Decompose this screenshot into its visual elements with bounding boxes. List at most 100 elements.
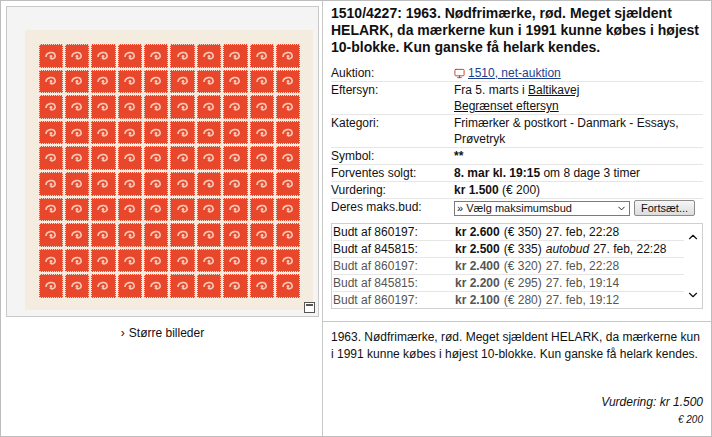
detail-row: Kategori:Frimærker & postkort - Danmark … bbox=[331, 114, 703, 147]
posthorn-icon bbox=[175, 99, 191, 115]
posthorn-icon bbox=[201, 253, 217, 269]
stamp bbox=[223, 274, 247, 298]
detail-link[interactable]: Begrænset eftersyn bbox=[454, 98, 559, 114]
stamp bbox=[65, 274, 89, 298]
description-section: 1963. Nødfrimærke, rød. Meget sjældent H… bbox=[323, 321, 711, 436]
expand-icon[interactable] bbox=[304, 302, 315, 313]
stamp bbox=[118, 274, 142, 298]
posthorn-icon bbox=[148, 176, 164, 192]
posthorn-icon bbox=[122, 99, 138, 115]
posthorn-icon bbox=[148, 99, 164, 115]
stamp bbox=[197, 172, 221, 196]
stamp bbox=[170, 274, 194, 298]
detail-line: Frimærker & postkort - Danmark - Essays, bbox=[454, 115, 703, 131]
posthorn-icon bbox=[69, 150, 85, 166]
posthorn-icon bbox=[280, 176, 296, 192]
posthorn-icon bbox=[95, 48, 111, 64]
stamp bbox=[39, 172, 63, 196]
posthorn-icon bbox=[69, 253, 85, 269]
continue-button[interactable]: Fortsæt... bbox=[634, 200, 695, 216]
bid-form: » Vælg maksimumsbud Fortsæt... bbox=[454, 199, 703, 217]
posthorn-icon bbox=[254, 176, 270, 192]
posthorn-icon bbox=[227, 201, 243, 217]
posthorn-icon bbox=[201, 201, 217, 217]
posthorn-icon bbox=[43, 48, 59, 64]
posthorn-icon bbox=[227, 48, 243, 64]
detail-value: ** bbox=[454, 148, 703, 164]
posthorn-icon bbox=[122, 227, 138, 243]
stamp bbox=[197, 95, 221, 119]
posthorn-icon bbox=[95, 278, 111, 294]
posthorn-icon bbox=[201, 125, 217, 141]
bidder: Budt af 845815: bbox=[333, 275, 455, 291]
max-bid-select[interactable]: » Vælg maksimumsbud bbox=[454, 201, 630, 216]
bid-row: Budt af 845815:kr 2.500(€ 335)autobud27.… bbox=[333, 241, 684, 258]
bid-row: Budt af 845815:kr 2.200(€ 295)27. feb, 1… bbox=[333, 275, 684, 292]
posthorn-icon bbox=[254, 150, 270, 166]
posthorn-icon bbox=[148, 48, 164, 64]
stamp bbox=[118, 172, 142, 196]
stamp bbox=[144, 274, 168, 298]
stamp bbox=[91, 121, 115, 145]
scroll-down-icon[interactable] bbox=[686, 288, 700, 302]
detail-text: 8. mar kl. 19:15 bbox=[454, 165, 540, 181]
detail-line: ** bbox=[454, 148, 703, 164]
posthorn-icon bbox=[148, 227, 164, 243]
bid-row: Budt af 860197:kr 2.100(€ 280)27. feb, 1… bbox=[333, 292, 684, 308]
scroll-up-icon[interactable] bbox=[686, 230, 700, 244]
posthorn-icon bbox=[95, 201, 111, 217]
detail-row: Auktion: 1510, net-auktion bbox=[331, 65, 703, 81]
bid-info: kr 2.400(€ 320)27. feb, 22:28 bbox=[455, 258, 684, 274]
stamp bbox=[223, 249, 247, 273]
detail-link[interactable]: Baltikavej bbox=[528, 82, 579, 98]
detail-text: kr 1.500 bbox=[454, 182, 499, 198]
detail-label: Kategori: bbox=[331, 115, 454, 147]
stamp bbox=[65, 121, 89, 145]
posthorn-icon bbox=[201, 48, 217, 64]
stamp bbox=[144, 198, 168, 222]
posthorn-icon bbox=[43, 125, 59, 141]
detail-label: Auktion: bbox=[331, 65, 454, 81]
lot-page: ›Større billeder 1510/4227: 1963. Nødfrim… bbox=[0, 0, 712, 437]
stamp bbox=[39, 223, 63, 247]
posthorn-icon bbox=[280, 253, 296, 269]
detail-text: Prøvetryk bbox=[454, 131, 505, 147]
stamp bbox=[170, 146, 194, 170]
stamp bbox=[276, 121, 300, 145]
posthorn-icon bbox=[148, 150, 164, 166]
posthorn-icon bbox=[254, 278, 270, 294]
stamp bbox=[144, 70, 168, 94]
bidder: Budt af 860197: bbox=[333, 292, 455, 308]
posthorn-icon bbox=[69, 73, 85, 89]
posthorn-icon bbox=[95, 150, 111, 166]
detail-label: Forventes solgt: bbox=[331, 165, 454, 181]
bigger-images-link[interactable]: ›Større billeder bbox=[121, 326, 204, 340]
lot-description: 1963. Nødfrimærke, rød. Meget sjældent H… bbox=[331, 329, 703, 363]
stamp bbox=[170, 172, 194, 196]
stamp-sheet-image[interactable] bbox=[25, 30, 313, 310]
stamp bbox=[39, 44, 63, 68]
stamp bbox=[170, 198, 194, 222]
detail-label: Symbol: bbox=[331, 148, 454, 164]
stamp bbox=[65, 223, 89, 247]
posthorn-icon bbox=[201, 278, 217, 294]
stamp bbox=[223, 70, 247, 94]
stamp bbox=[223, 121, 247, 145]
stamp bbox=[65, 249, 89, 273]
bid-list: Budt af 860197:kr 2.600(€ 350)27. feb, 2… bbox=[332, 224, 684, 308]
posthorn-icon bbox=[95, 73, 111, 89]
stamp bbox=[118, 198, 142, 222]
detail-label: Deres maks.bud: bbox=[331, 199, 454, 217]
posthorn-icon bbox=[122, 253, 138, 269]
bid-info: kr 2.500(€ 335)autobud27. feb, 22:28 bbox=[455, 241, 684, 257]
stamp bbox=[144, 95, 168, 119]
detail-link[interactable]: 1510, net-auktion bbox=[468, 65, 561, 81]
stamp bbox=[223, 95, 247, 119]
posthorn-icon bbox=[43, 150, 59, 166]
lot-header: 1510/4227: 1963. Nødfrimærke, rød. Meget… bbox=[323, 1, 711, 321]
detail-text: (€ 200) bbox=[499, 182, 540, 198]
stamp bbox=[91, 95, 115, 119]
posthorn-icon bbox=[201, 227, 217, 243]
posthorn-icon bbox=[95, 125, 111, 141]
posthorn-icon bbox=[43, 99, 59, 115]
